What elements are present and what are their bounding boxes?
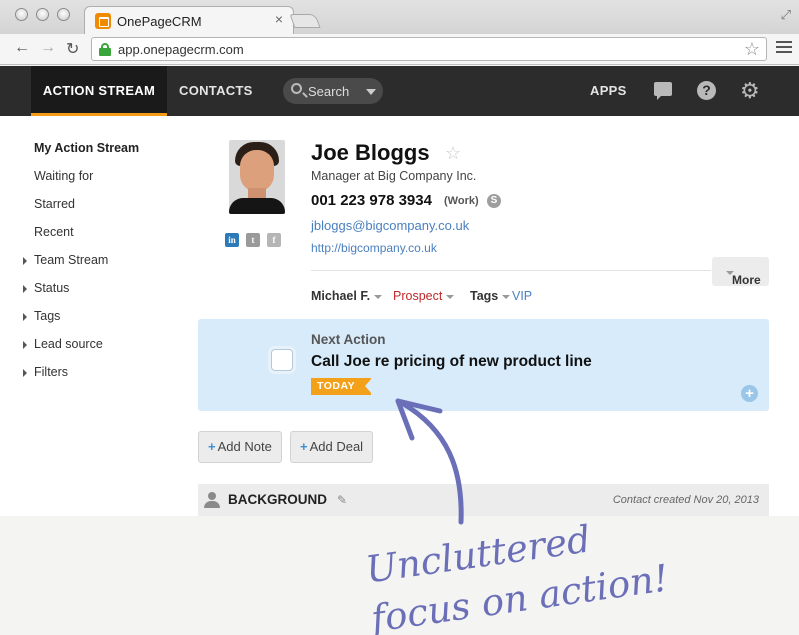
- add-note-label: Add Note: [217, 439, 272, 454]
- sidebar-item-starred[interactable]: Starred: [34, 197, 75, 211]
- app-navbar: ACTION STREAM CONTACTS Search APPS ? ⚙: [0, 66, 799, 116]
- background-section-header: BACKGROUND ✎ Contact created Nov 20, 201…: [198, 484, 769, 516]
- tag-vip-link[interactable]: VIP: [512, 289, 532, 303]
- next-action-text[interactable]: Call Joe re pricing of new product line: [311, 353, 592, 371]
- chevron-down-icon: [366, 89, 376, 95]
- background-title: BACKGROUND: [228, 492, 327, 507]
- tab-close-icon[interactable]: ×: [275, 11, 283, 27]
- sidebar-item-label: Team Stream: [34, 253, 109, 267]
- bookmark-star-icon[interactable]: ☆: [744, 39, 760, 60]
- new-tab-button[interactable]: [289, 14, 321, 28]
- expand-arrow-icon: [23, 341, 27, 349]
- back-arrow-icon[interactable]: ←: [14, 39, 30, 57]
- add-deal-button[interactable]: + Add Deal: [290, 431, 374, 463]
- more-label: More: [732, 273, 761, 287]
- skype-icon[interactable]: S: [487, 194, 501, 208]
- sidebar-item-status[interactable]: Status: [23, 281, 70, 295]
- browser-menu-icon[interactable]: [776, 41, 792, 55]
- status-dropdown[interactable]: Prospect: [393, 289, 455, 303]
- main-content: My Action Stream Waiting for Starred Rec…: [0, 116, 799, 516]
- chat-icon[interactable]: [654, 82, 672, 100]
- sidebar-item-label: Status: [34, 281, 70, 295]
- onepagecrm-favicon-icon: [95, 13, 111, 29]
- address-bar[interactable]: app.onepagecrm.com ☆: [91, 37, 767, 61]
- contact-created-date: Contact created Nov 20, 2013: [612, 494, 759, 506]
- nav-contacts[interactable]: CONTACTS: [179, 66, 253, 116]
- due-today-badge: TODAY: [311, 378, 373, 395]
- search-label: Search: [308, 84, 350, 99]
- lock-icon: [99, 43, 111, 56]
- next-action-heading: Next Action: [311, 332, 386, 347]
- expand-arrow-icon: [23, 285, 27, 293]
- help-icon[interactable]: ?: [697, 81, 716, 100]
- sidebar-item-tags[interactable]: Tags: [23, 309, 61, 323]
- nav-action-stream[interactable]: ACTION STREAM: [31, 66, 167, 116]
- expand-arrow-icon: [23, 313, 27, 321]
- star-icon[interactable]: ☆: [445, 143, 461, 164]
- sidebar-item-my-action-stream[interactable]: My Action Stream: [34, 141, 139, 155]
- more-button[interactable]: More: [712, 257, 769, 287]
- sidebar-item-waiting-for[interactable]: Waiting for: [34, 169, 93, 183]
- sidebar-item-label: Tags: [34, 309, 61, 323]
- search-dropdown[interactable]: Search: [283, 78, 383, 104]
- contact-job-title: Manager at Big Company Inc.: [311, 169, 477, 183]
- sidebar-item-lead-source[interactable]: Lead source: [23, 337, 103, 351]
- reload-icon[interactable]: ↻: [66, 39, 79, 59]
- contact-website-link[interactable]: http://bigcompany.co.uk: [311, 241, 437, 255]
- url-text: app.onepagecrm.com: [118, 42, 244, 57]
- status-label: Prospect: [393, 289, 443, 303]
- browser-tab[interactable]: OnePageCRM ×: [84, 6, 294, 34]
- twitter-icon[interactable]: t: [246, 233, 260, 247]
- chevron-down-icon: [446, 294, 455, 299]
- fullscreen-icon[interactable]: ⤢: [781, 7, 791, 23]
- contact-name: Joe Bloggs: [311, 140, 430, 165]
- browser-toolbar: ← → ↻ app.onepagecrm.com ☆: [0, 34, 799, 65]
- plus-icon: +: [208, 439, 216, 454]
- sidebar-item-label: Filters: [34, 365, 69, 379]
- search-icon: [291, 83, 302, 94]
- owner-dropdown[interactable]: Michael F.: [311, 289, 383, 303]
- minimize-window-button[interactable]: [36, 8, 49, 21]
- add-action-icon[interactable]: +: [741, 385, 758, 402]
- contact-phone[interactable]: 001 223 978 3934: [311, 192, 432, 209]
- tags-label: Tags: [470, 289, 499, 303]
- linkedin-icon[interactable]: in: [225, 233, 239, 247]
- sidebar-item-recent[interactable]: Recent: [34, 225, 74, 239]
- add-deal-label: Add Deal: [309, 439, 364, 454]
- facebook-icon[interactable]: f: [267, 233, 281, 247]
- pencil-icon[interactable]: ✎: [337, 493, 347, 507]
- sidebar-item-filters[interactable]: Filters: [23, 365, 69, 379]
- plus-icon: +: [300, 439, 308, 454]
- tags-dropdown[interactable]: Tags: [470, 289, 511, 303]
- person-icon: [204, 492, 220, 508]
- complete-action-checkbox[interactable]: [271, 349, 293, 371]
- nav-apps[interactable]: APPS: [590, 66, 627, 116]
- expand-arrow-icon: [23, 257, 27, 265]
- contact-email-link[interactable]: jbloggs@bigcompany.co.uk: [311, 218, 469, 233]
- next-action-panel: Next Action Call Joe re pricing of new p…: [198, 319, 769, 411]
- gear-icon[interactable]: ⚙: [740, 78, 760, 104]
- maximize-window-button[interactable]: [57, 8, 70, 21]
- owner-label: Michael F.: [311, 289, 371, 303]
- chevron-down-icon: [502, 294, 511, 299]
- forward-arrow-icon[interactable]: →: [40, 39, 56, 57]
- expand-arrow-icon: [23, 369, 27, 377]
- browser-tabbar: OnePageCRM × ⤢: [0, 0, 799, 34]
- chevron-down-icon: [374, 294, 383, 299]
- tab-title: OnePageCRM: [117, 14, 202, 29]
- divider: [311, 270, 711, 271]
- phone-type-label: (Work): [444, 195, 479, 207]
- sidebar-item-label: Lead source: [34, 337, 103, 351]
- close-window-button[interactable]: [15, 8, 28, 21]
- contact-avatar: [229, 140, 285, 214]
- add-note-button[interactable]: + Add Note: [198, 431, 282, 463]
- sidebar-item-team-stream[interactable]: Team Stream: [23, 253, 109, 267]
